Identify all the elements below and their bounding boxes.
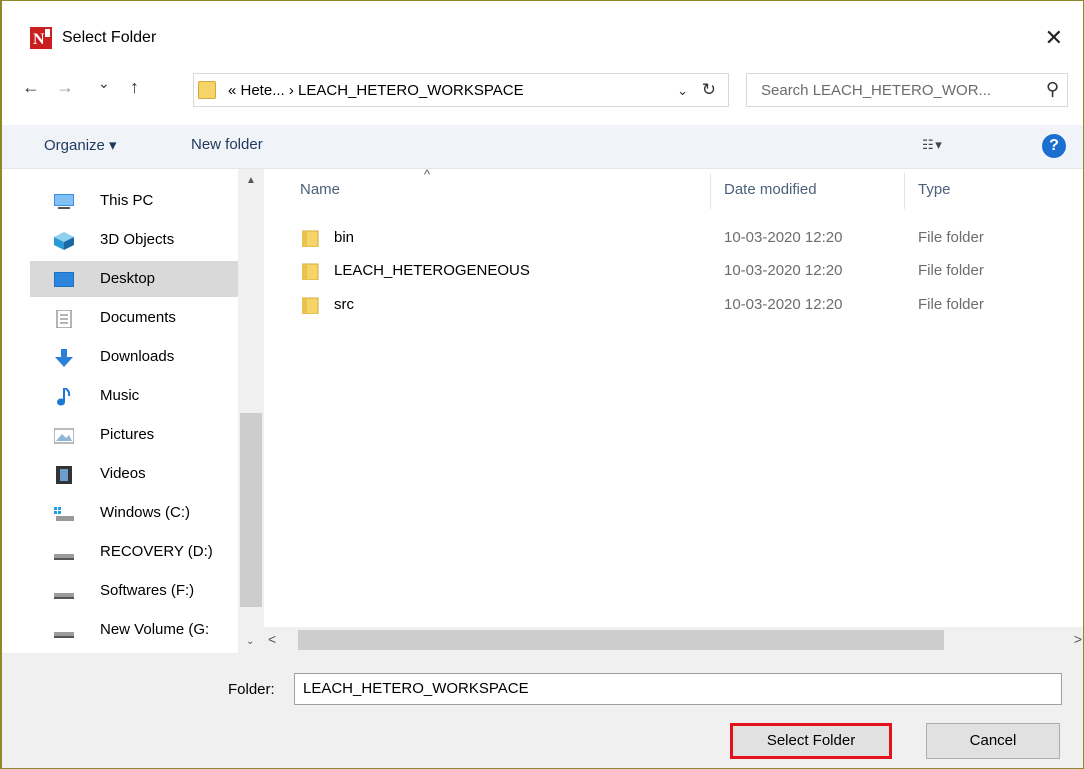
navigation-pane[interactable]: This PC 3D Objects Desktop Documents Dow… (2, 169, 264, 653)
sidebar-item-new-volume-g[interactable]: New Volume (G: (30, 612, 238, 648)
sidebar-item-label: 3D Objects (100, 231, 175, 248)
folder-label: Folder: (228, 681, 275, 698)
select-folder-button[interactable]: Select Folder (730, 723, 892, 759)
sidebar-item-label: Documents (100, 309, 176, 326)
folder-name-input[interactable]: LEACH_HETERO_WORKSPACE (294, 673, 1062, 705)
refresh-icon[interactable]: ↻ (702, 80, 716, 100)
column-header-date-modified[interactable]: Date modified (724, 181, 817, 198)
organize-button[interactable]: Organize ▾ (44, 136, 117, 154)
back-arrow-icon[interactable]: ← (22, 77, 40, 98)
sidebar-item-downloads[interactable]: Downloads (30, 339, 238, 375)
file-list[interactable]: ^ Name Date modified Type bin 10-03-2020… (264, 167, 1083, 653)
view-options-icon[interactable]: ☷ ▾ (922, 137, 942, 153)
sidebar-item-videos[interactable]: Videos (30, 456, 238, 492)
file-type: File folder (918, 229, 984, 246)
drive-icon (54, 554, 74, 560)
sidebar-item-label: Softwares (F:) (100, 582, 195, 599)
file-date: 10-03-2020 12:20 (724, 229, 843, 246)
file-row[interactable]: src 10-03-2020 12:20 File folder (264, 290, 1064, 320)
scrollbar-thumb[interactable] (298, 630, 944, 650)
sidebar-item-music[interactable]: Music (30, 378, 238, 414)
sidebar-item-3d-objects[interactable]: 3D Objects (30, 222, 238, 258)
cancel-button[interactable]: Cancel (926, 723, 1060, 759)
file-type: File folder (918, 296, 984, 313)
scroll-left-icon[interactable]: < (268, 631, 276, 647)
drive-icon (54, 632, 74, 638)
folder-icon (302, 297, 319, 314)
document-icon (56, 310, 72, 328)
sidebar-item-label: Pictures (100, 426, 155, 443)
search-icon[interactable]: ⚲ (1046, 79, 1059, 100)
sidebar-item-desktop[interactable]: Desktop (30, 261, 238, 297)
sidebar-item-windows-c[interactable]: Windows (C:) (30, 495, 238, 531)
svg-text:N: N (33, 31, 45, 48)
column-header-type[interactable]: Type (918, 181, 951, 198)
file-name: src (334, 296, 354, 313)
sidebar-item-label: Desktop (100, 270, 156, 287)
scroll-down-icon[interactable]: ⌄ (246, 636, 254, 647)
column-header-name[interactable]: Name (300, 181, 340, 198)
file-name: bin (334, 229, 355, 246)
recent-locations-icon[interactable]: ⌄ (98, 75, 110, 92)
folder-icon (198, 81, 216, 99)
sidebar-item-pictures[interactable]: Pictures (30, 417, 238, 453)
scroll-right-icon[interactable]: > (1074, 631, 1082, 647)
footer-panel: Folder: LEACH_HETERO_WORKSPACE Select Fo… (2, 653, 1083, 768)
computer-icon (54, 194, 74, 209)
sidebar-item-label: RECOVERY (D:) (100, 543, 213, 560)
title-bar: N Select Folder ✕ (2, 1, 1083, 50)
navigation-bar: ← → ⌄ ↑ « Hete... › LEACH_HETERO_WORKSPA… (2, 69, 1083, 109)
chevron-down-icon[interactable]: ⌄ (677, 83, 688, 99)
folder-icon (302, 230, 319, 247)
file-row[interactable]: bin 10-03-2020 12:20 File folder (264, 223, 1064, 253)
drive-icon (54, 593, 74, 599)
help-icon[interactable]: ? (1042, 134, 1066, 158)
windows-drive-icon (54, 507, 74, 521)
search-placeholder: Search LEACH_HETERO_WOR... (761, 82, 992, 99)
desktop-icon (54, 272, 74, 287)
search-input[interactable]: Search LEACH_HETERO_WOR... ⚲ (746, 73, 1068, 107)
close-icon[interactable]: ✕ (1045, 25, 1063, 51)
sidebar-item-label: Videos (100, 465, 146, 482)
sidebar-item-label: Downloads (100, 348, 175, 365)
address-bar[interactable]: « Hete... › LEACH_HETERO_WORKSPACE ⌄ ↻ (193, 73, 729, 107)
column-divider[interactable] (710, 173, 711, 209)
folder-icon (302, 263, 319, 280)
sidebar-item-documents[interactable]: Documents (30, 300, 238, 336)
app-logo-icon: N (30, 27, 52, 49)
command-toolbar: Organize ▾ New folder ☷ ▾ ? (2, 125, 1083, 169)
file-date: 10-03-2020 12:20 (724, 296, 843, 313)
file-row[interactable]: LEACH_HETEROGENEOUS 10-03-2020 12:20 Fil… (264, 256, 1064, 286)
horizontal-scrollbar[interactable]: < > (264, 627, 1083, 653)
music-note-icon (57, 388, 71, 406)
sidebar-item-label: New Volume (G: (100, 621, 210, 638)
film-icon (56, 466, 72, 484)
sidebar-item-label: Windows (C:) (100, 504, 191, 521)
sidebar-item-softwares-f[interactable]: Softwares (F:) (30, 573, 238, 609)
file-date: 10-03-2020 12:20 (724, 262, 843, 279)
select-folder-dialog: N Select Folder ✕ ← → ⌄ ↑ « Hete... › LE… (0, 0, 1084, 769)
sidebar-item-this-pc[interactable]: This PC (30, 183, 238, 219)
scroll-up-icon[interactable]: ▲ (246, 175, 256, 186)
window-title: Select Folder (62, 29, 157, 46)
up-arrow-icon[interactable]: ↑ (130, 77, 139, 98)
sidebar-item-label: Music (100, 387, 140, 404)
file-name: LEACH_HETEROGENEOUS (334, 262, 530, 279)
sidebar-item-label: This PC (100, 192, 154, 209)
download-icon (55, 349, 73, 367)
column-divider[interactable] (904, 173, 905, 209)
file-type: File folder (918, 262, 984, 279)
new-folder-button[interactable]: New folder (191, 136, 263, 153)
cube-icon (54, 232, 74, 250)
address-path[interactable]: « Hete... › LEACH_HETERO_WORKSPACE (228, 82, 524, 99)
sidebar-scrollbar[interactable]: ▲ ⌄ (238, 169, 264, 653)
picture-icon (54, 428, 74, 444)
scrollbar-thumb[interactable] (240, 413, 262, 607)
sort-ascending-icon: ^ (424, 167, 431, 182)
sidebar-item-recovery-d[interactable]: RECOVERY (D:) (30, 534, 238, 570)
forward-arrow-icon[interactable]: → (56, 77, 74, 98)
